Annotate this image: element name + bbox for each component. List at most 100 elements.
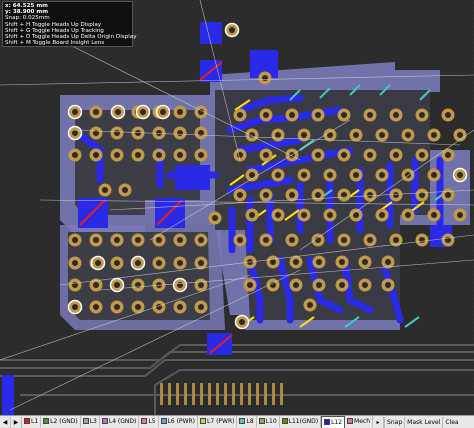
layer-tab-l8[interactable]: L8: [237, 416, 257, 427]
through-hole-pad: [349, 208, 363, 222]
through-hole-pad: [118, 183, 132, 197]
layer-nav-left-icon[interactable]: ◀: [0, 416, 11, 428]
layer-tab-l4-gnd[interactable]: L4 (GND): [100, 416, 140, 427]
through-hole-pad: [110, 256, 124, 270]
through-hole-pad: [427, 208, 441, 222]
through-hole-pad: [285, 233, 299, 247]
layer-tab-label: L11(GND): [288, 417, 319, 425]
hud-shortcut-lens: Shift + M Toggle Board Insight Lens: [5, 40, 105, 47]
layer-tab-bar: ◀ ▶ L1 L2 (GND) L3 L4 (GND) L5 L6 (PWR) L7 (PW…: [0, 415, 474, 428]
mask-level-button[interactable]: Mask Level: [404, 416, 442, 428]
through-hole-pad: [89, 148, 103, 162]
through-hole-pad: [173, 300, 187, 314]
layer-tab-l10[interactable]: L10: [257, 416, 280, 427]
layer-color-swatch: [324, 419, 331, 425]
pad-block-4: [175, 165, 210, 190]
through-hole-pad: [441, 148, 455, 162]
through-hole-pad: [358, 278, 372, 292]
layer-nav-right-icon[interactable]: ▶: [11, 416, 22, 428]
through-hole-pad: [68, 278, 82, 292]
through-hole-pad: [110, 300, 124, 314]
through-hole-pad: [297, 168, 311, 182]
pcb-editor-view[interactable]: x: 64.525 mm y: 38.900 mm Snap: 0.025mm …: [0, 0, 474, 428]
through-hole-pad: [363, 108, 377, 122]
through-hole-pad: [271, 168, 285, 182]
selected-via: [67, 125, 83, 141]
pcb-canvas[interactable]: [0, 0, 474, 415]
layer-tab-label: L7 (PWR): [207, 417, 235, 425]
through-hole-pad: [173, 126, 187, 140]
layer-tab-mech[interactable]: Mech: [345, 416, 374, 427]
snap-button[interactable]: Snap: [384, 416, 404, 428]
clear-button[interactable]: Clea: [442, 416, 460, 428]
through-hole-pad: [441, 188, 455, 202]
through-hole-pad: [337, 188, 351, 202]
layer-tab-l3[interactable]: L3: [81, 416, 100, 427]
through-hole-pad: [312, 255, 326, 269]
through-hole-pad: [233, 108, 247, 122]
layer-tab-label: Mech: [354, 417, 371, 425]
through-hole-pad: [173, 256, 187, 270]
layer-color-swatch: [82, 418, 89, 424]
through-hole-pad: [152, 148, 166, 162]
through-hole-pad: [289, 255, 303, 269]
layer-tab-l11-gnd[interactable]: L11(GND): [280, 416, 322, 427]
through-hole-pad: [152, 300, 166, 314]
through-hole-pad: [233, 188, 247, 202]
through-hole-pad: [375, 208, 389, 222]
layer-tab-label: L8: [246, 417, 254, 425]
layer-tab-l2-gnd[interactable]: L2 (GND): [41, 416, 81, 427]
through-hole-pad: [323, 208, 337, 222]
layer-color-swatch: [281, 418, 288, 424]
through-hole-pad: [194, 278, 208, 292]
selected-via: [109, 277, 125, 293]
layer-tab-label: L2 (GND): [50, 417, 78, 425]
through-hole-pad: [194, 300, 208, 314]
through-hole-pad: [89, 105, 103, 119]
through-hole-pad: [68, 148, 82, 162]
through-hole-pad: [245, 168, 259, 182]
through-hole-pad: [415, 188, 429, 202]
through-hole-pad: [259, 148, 273, 162]
selected-via: [130, 255, 146, 271]
layer-tab-l5[interactable]: L5: [139, 416, 159, 427]
through-hole-pad: [441, 233, 455, 247]
selected-via: [67, 299, 83, 315]
layer-color-swatch: [141, 418, 148, 424]
layer-tab-l1[interactable]: L1: [22, 416, 42, 427]
through-hole-pad: [349, 128, 363, 142]
through-hole-pad: [233, 233, 247, 247]
layer-tab-l12[interactable]: L12: [321, 416, 346, 428]
through-hole-pad: [363, 148, 377, 162]
through-hole-pad: [312, 278, 326, 292]
through-hole-pad: [266, 255, 280, 269]
through-hole-pad: [89, 126, 103, 140]
through-hole-pad: [152, 256, 166, 270]
through-hole-pad: [427, 168, 441, 182]
layer-overflow-icon[interactable]: ▸: [373, 416, 385, 428]
through-hole-pad: [401, 168, 415, 182]
through-hole-pad: [173, 233, 187, 247]
layer-tab-label: L12: [331, 418, 343, 426]
through-hole-pad: [289, 278, 303, 292]
layer-tab-l7-pwr[interactable]: L7 (PWR): [198, 416, 238, 427]
through-hole-pad: [259, 233, 273, 247]
through-hole-pad: [285, 108, 299, 122]
layer-color-swatch: [347, 418, 354, 424]
through-hole-pad: [89, 233, 103, 247]
layer-color-swatch: [160, 418, 167, 424]
layer-tab-l6-pwr[interactable]: L6 (PWR): [159, 416, 199, 427]
through-hole-pad: [381, 278, 395, 292]
through-hole-pad: [259, 188, 273, 202]
selected-via: [90, 255, 106, 271]
layer-tab-label: L1: [31, 417, 39, 425]
through-hole-pad: [311, 233, 325, 247]
through-hole-pad: [401, 208, 415, 222]
through-hole-pad: [297, 128, 311, 142]
through-hole-pad: [323, 168, 337, 182]
through-hole-pad: [271, 128, 285, 142]
through-hole-pad: [441, 108, 455, 122]
through-hole-pad: [453, 208, 467, 222]
through-hole-pad: [335, 255, 349, 269]
layer-color-swatch: [101, 418, 108, 424]
